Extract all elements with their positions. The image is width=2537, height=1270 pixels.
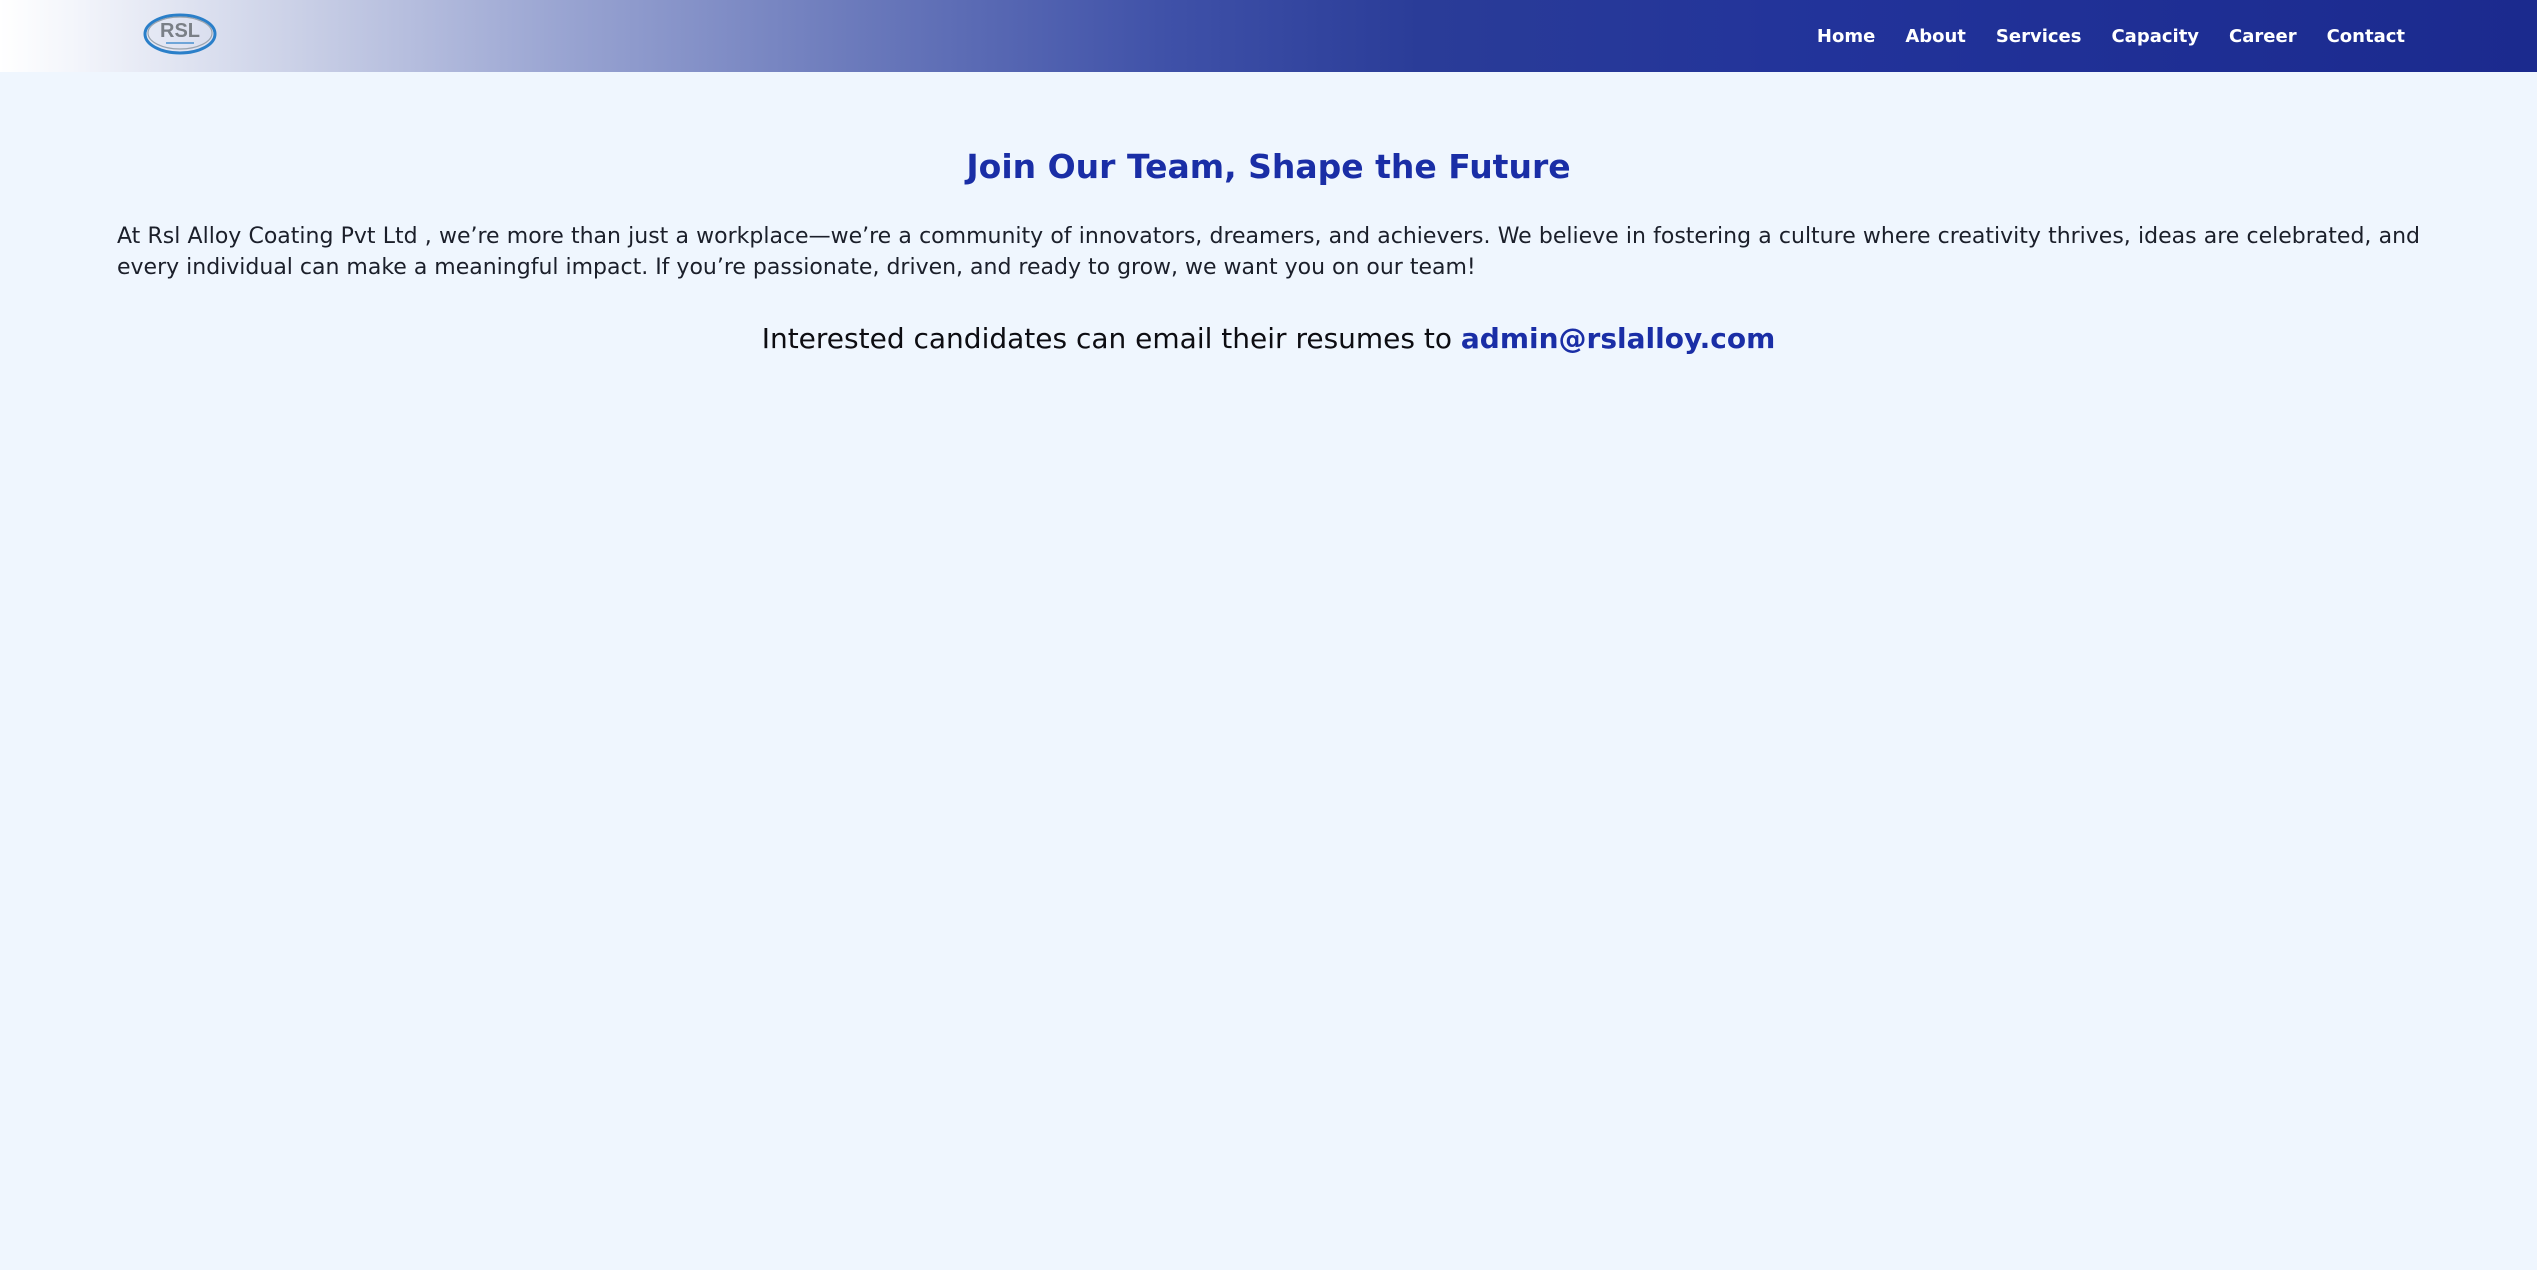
svg-text:RSL: RSL xyxy=(160,20,200,42)
email-link[interactable]: admin@rslalloy.com xyxy=(1461,322,1775,355)
nav-link-home[interactable]: Home xyxy=(1817,26,1875,47)
nav-link-career[interactable]: Career xyxy=(2229,26,2297,47)
nav-link-about[interactable]: About xyxy=(1905,26,1966,47)
intro-paragraph: At Rsl Alloy Coating Pvt Ltd , we’re mor… xyxy=(117,224,2420,280)
main-nav: Home About Services Capacity Career Cont… xyxy=(1817,0,2405,72)
top-navbar: RSL Home About Services Capacity Career … xyxy=(0,0,2537,72)
page-title: Join Our Team, Shape the Future xyxy=(966,147,1571,186)
nav-link-services[interactable]: Services xyxy=(1996,26,2082,47)
resume-cta: Interested candidates can email their re… xyxy=(0,318,2537,360)
cta-text: Interested candidates can email their re… xyxy=(761,322,1452,355)
nav-link-contact[interactable]: Contact xyxy=(2327,26,2405,47)
nav-link-capacity[interactable]: Capacity xyxy=(2111,26,2199,47)
rsl-logo-icon: RSL xyxy=(143,13,217,55)
company-logo[interactable]: RSL xyxy=(142,12,218,56)
